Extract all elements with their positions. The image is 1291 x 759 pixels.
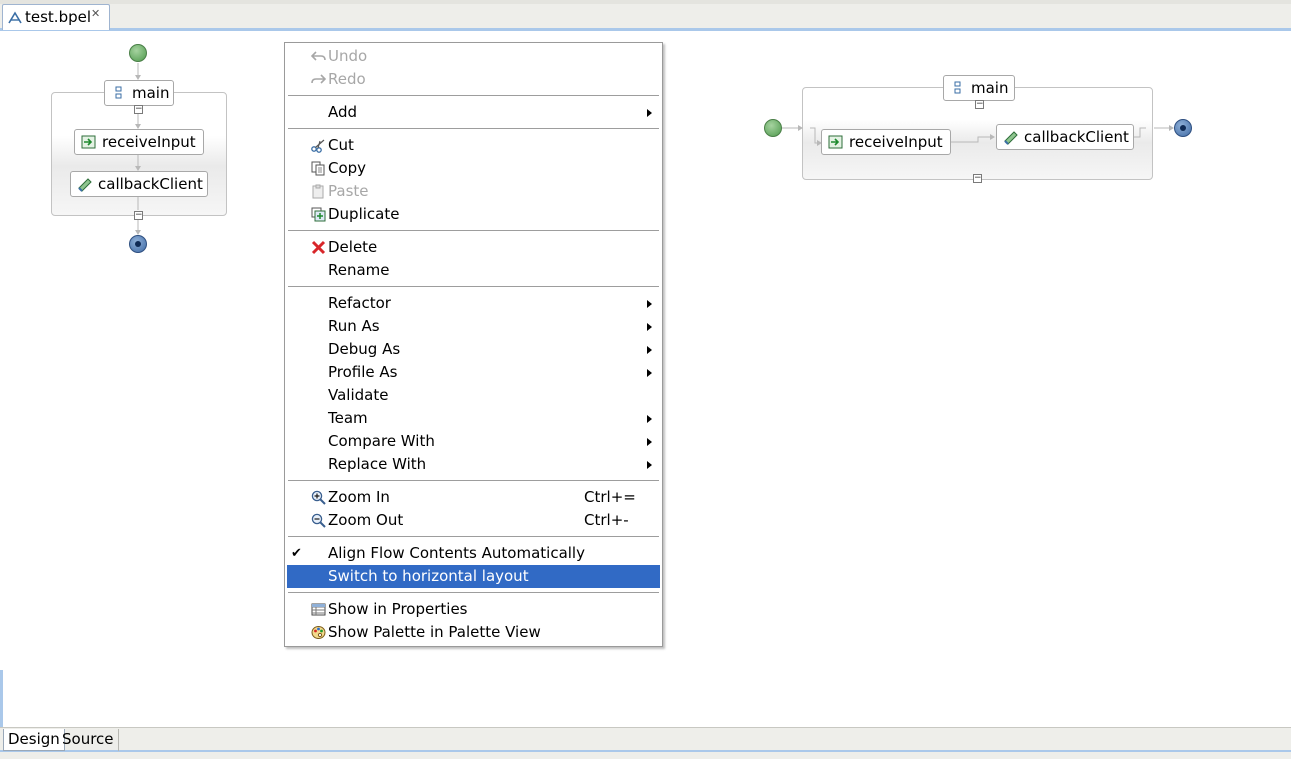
copy-icon xyxy=(311,161,325,176)
scope-name: main xyxy=(971,79,1009,97)
checkmark-icon: ✔ xyxy=(291,546,302,561)
submenu-arrow-icon xyxy=(647,461,652,469)
submenu-arrow-icon xyxy=(647,369,652,377)
bottom-bar-accent-line xyxy=(0,750,1291,752)
menu-item-team[interactable]: Team xyxy=(287,407,660,430)
menu-item-duplicate[interactable]: Duplicate xyxy=(287,203,660,226)
menu-item-add[interactable]: Add xyxy=(287,101,660,124)
menu-item-undo[interactable]: Undo xyxy=(287,45,660,68)
activity-receive-input[interactable]: receiveInput xyxy=(74,129,204,155)
tab-source[interactable]: Source xyxy=(58,729,119,751)
scope-icon xyxy=(954,81,961,94)
menu-item-compare-with[interactable]: Compare With xyxy=(287,430,660,453)
menu-item-align-flow[interactable]: ✔ Align Flow Contents Automatically xyxy=(287,542,660,565)
collapse-toggle[interactable]: − xyxy=(134,105,143,114)
duplicate-icon xyxy=(311,207,326,222)
submenu-arrow-icon xyxy=(647,109,652,117)
shortcut-label: Ctrl+= xyxy=(584,488,636,506)
submenu-arrow-icon xyxy=(647,438,652,446)
tab-design[interactable]: Design xyxy=(3,729,65,751)
submenu-arrow-icon xyxy=(647,346,652,354)
activity-receive-input[interactable]: receiveInput xyxy=(821,129,951,155)
submenu-arrow-icon xyxy=(647,300,652,308)
menu-item-zoom-in[interactable]: Zoom In Ctrl+= xyxy=(287,486,660,509)
invoke-icon xyxy=(78,178,92,192)
start-node[interactable] xyxy=(129,44,147,62)
menu-item-delete[interactable]: Delete xyxy=(287,236,660,259)
menu-item-zoom-out[interactable]: Zoom Out Ctrl+- xyxy=(287,509,660,532)
receive-icon xyxy=(81,135,96,149)
menu-item-replace-with[interactable]: Replace With xyxy=(287,453,660,476)
menu-item-run-as[interactable]: Run As xyxy=(287,315,660,338)
submenu-arrow-icon xyxy=(647,323,652,331)
menu-item-debug-as[interactable]: Debug As xyxy=(287,338,660,361)
activity-label: receiveInput xyxy=(849,133,943,151)
undo-icon xyxy=(311,51,326,61)
menu-item-redo[interactable]: Redo xyxy=(287,68,660,91)
menu-item-paste[interactable]: Paste xyxy=(287,180,660,203)
bottom-tab-bar xyxy=(0,727,1291,759)
menu-item-profile-as[interactable]: Profile As xyxy=(287,361,660,384)
activity-label: callbackClient xyxy=(1024,128,1129,146)
editor-left-edge xyxy=(0,670,3,730)
activity-callback-client[interactable]: callbackClient xyxy=(996,124,1134,150)
menu-separator xyxy=(288,95,659,96)
properties-icon xyxy=(311,603,326,616)
menu-item-show-palette[interactable]: Show Palette in Palette View xyxy=(287,621,660,644)
menu-separator xyxy=(288,128,659,129)
activity-callback-client[interactable]: callbackClient xyxy=(70,171,208,197)
scope-icon xyxy=(115,86,122,99)
receive-icon xyxy=(828,135,843,149)
shortcut-label: Ctrl+- xyxy=(584,511,629,529)
end-node[interactable] xyxy=(1174,119,1192,137)
menu-separator xyxy=(288,230,659,231)
menu-item-switch-layout[interactable]: Switch to horizontal layout xyxy=(287,565,660,588)
palette-icon xyxy=(311,626,326,639)
scope-label-main[interactable]: main xyxy=(943,75,1015,101)
menu-item-copy[interactable]: Copy xyxy=(287,157,660,180)
collapse-toggle[interactable]: − xyxy=(975,100,984,109)
scissors-icon xyxy=(311,139,325,153)
end-node[interactable] xyxy=(129,235,147,253)
context-menu: Undo Redo Add Cut Copy Paste Duplicate D… xyxy=(284,42,663,647)
menu-item-rename[interactable]: Rename xyxy=(287,259,660,282)
invoke-icon xyxy=(1004,131,1018,145)
scope-name: main xyxy=(132,84,170,102)
activity-label: callbackClient xyxy=(98,175,203,193)
scope-label-main[interactable]: main xyxy=(104,80,174,106)
horizontal-flow-connectors xyxy=(782,125,1174,146)
menu-separator xyxy=(288,536,659,537)
collapse-toggle[interactable]: − xyxy=(134,211,143,220)
menu-separator xyxy=(288,592,659,593)
activity-label: receiveInput xyxy=(102,133,196,151)
menu-item-cut[interactable]: Cut xyxy=(287,134,660,157)
menu-item-refactor[interactable]: Refactor xyxy=(287,292,660,315)
menu-separator xyxy=(288,286,659,287)
paste-icon xyxy=(312,184,324,199)
zoom-out-icon xyxy=(311,513,326,528)
start-node[interactable] xyxy=(764,119,782,137)
menu-separator xyxy=(288,480,659,481)
menu-item-validate[interactable]: Validate xyxy=(287,384,660,407)
redo-icon xyxy=(311,74,326,84)
delete-icon xyxy=(311,240,326,255)
zoom-in-icon xyxy=(311,490,326,505)
submenu-arrow-icon xyxy=(647,415,652,423)
menu-item-show-properties[interactable]: Show in Properties xyxy=(287,598,660,621)
collapse-toggle[interactable]: − xyxy=(973,174,982,183)
